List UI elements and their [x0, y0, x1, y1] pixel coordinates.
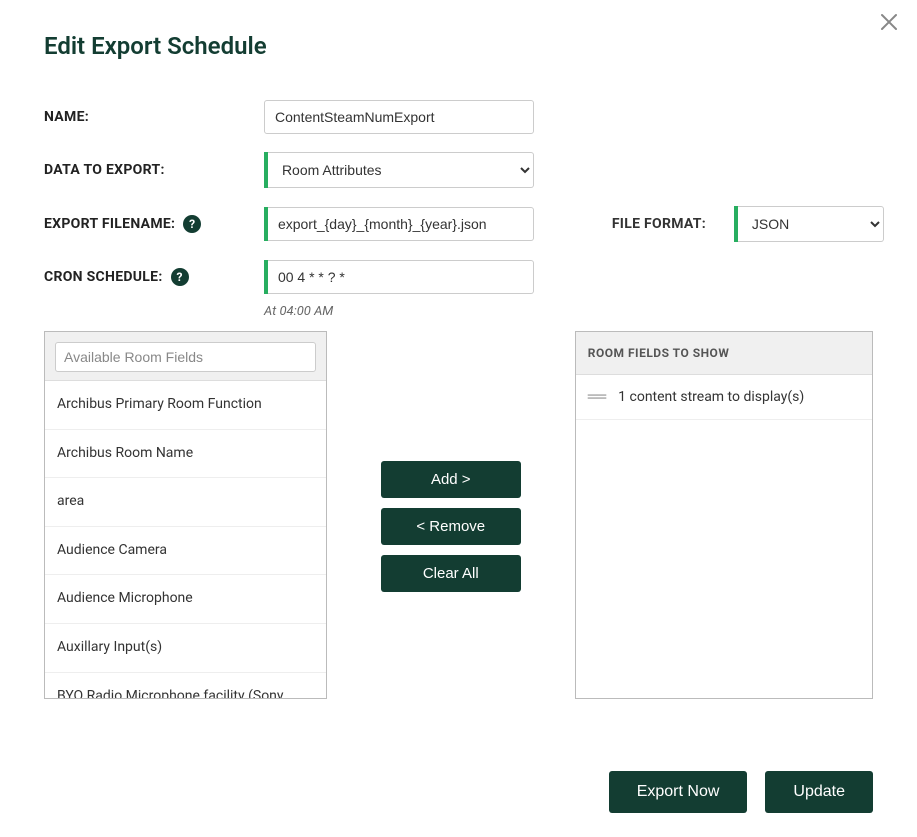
file-format-label: FILE FORMAT:: [534, 216, 734, 232]
available-fields-box: Archibus Primary Room Function Archibus …: [44, 331, 327, 699]
file-format-select[interactable]: JSON: [738, 206, 884, 242]
panels-row: Archibus Primary Room Function Archibus …: [44, 331, 873, 699]
cron-caption: At 04:00 AM: [264, 304, 885, 319]
drag-handle-icon[interactable]: ────: [588, 394, 606, 400]
export-filename-label: EXPORT FILENAME: ?: [44, 215, 264, 233]
name-input[interactable]: [264, 100, 534, 134]
list-item[interactable]: area: [45, 478, 326, 527]
remove-button[interactable]: < Remove: [381, 508, 521, 545]
selected-item-label: 1 content stream to display(s): [618, 389, 804, 405]
list-item[interactable]: Audience Camera: [45, 527, 326, 576]
add-button[interactable]: Add >: [381, 461, 521, 498]
available-fields-list[interactable]: Archibus Primary Room Function Archibus …: [45, 381, 326, 698]
close-icon[interactable]: [879, 12, 899, 32]
selected-field-item[interactable]: ──── 1 content stream to display(s): [576, 375, 872, 420]
list-item[interactable]: Archibus Room Name: [45, 430, 326, 479]
list-item[interactable]: Audience Microphone: [45, 575, 326, 624]
list-item[interactable]: Auxillary Input(s): [45, 624, 326, 673]
data-to-export-select[interactable]: Room Attributes: [268, 152, 534, 188]
list-item[interactable]: BYO Radio Microphone facility (Sony Micr…: [45, 673, 326, 698]
data-to-export-label: DATA TO EXPORT:: [44, 162, 264, 178]
cron-schedule-input[interactable]: [268, 260, 534, 294]
export-filename-input[interactable]: [268, 207, 534, 241]
available-fields-search[interactable]: [55, 342, 316, 372]
update-button[interactable]: Update: [765, 771, 873, 813]
dialog-footer: Export Now Update: [32, 771, 873, 813]
selected-fields-box: ROOM FIELDS TO SHOW ──── 1 content strea…: [575, 331, 873, 699]
help-icon[interactable]: ?: [183, 215, 201, 233]
selected-fields-header: ROOM FIELDS TO SHOW: [576, 332, 872, 375]
transfer-buttons: Add > < Remove Clear All: [327, 331, 575, 592]
export-now-button[interactable]: Export Now: [609, 771, 748, 813]
help-icon[interactable]: ?: [171, 268, 189, 286]
dialog-title: Edit Export Schedule: [44, 32, 885, 60]
list-item[interactable]: Archibus Primary Room Function: [45, 381, 326, 430]
clear-all-button[interactable]: Clear All: [381, 555, 521, 592]
cron-schedule-label: CRON SCHEDULE: ?: [44, 268, 264, 286]
form-grid: NAME: DATA TO EXPORT: Room Attributes EX…: [44, 100, 873, 294]
edit-export-schedule-dialog: Edit Export Schedule NAME: DATA TO EXPOR…: [0, 0, 917, 837]
name-label: NAME:: [44, 109, 264, 125]
